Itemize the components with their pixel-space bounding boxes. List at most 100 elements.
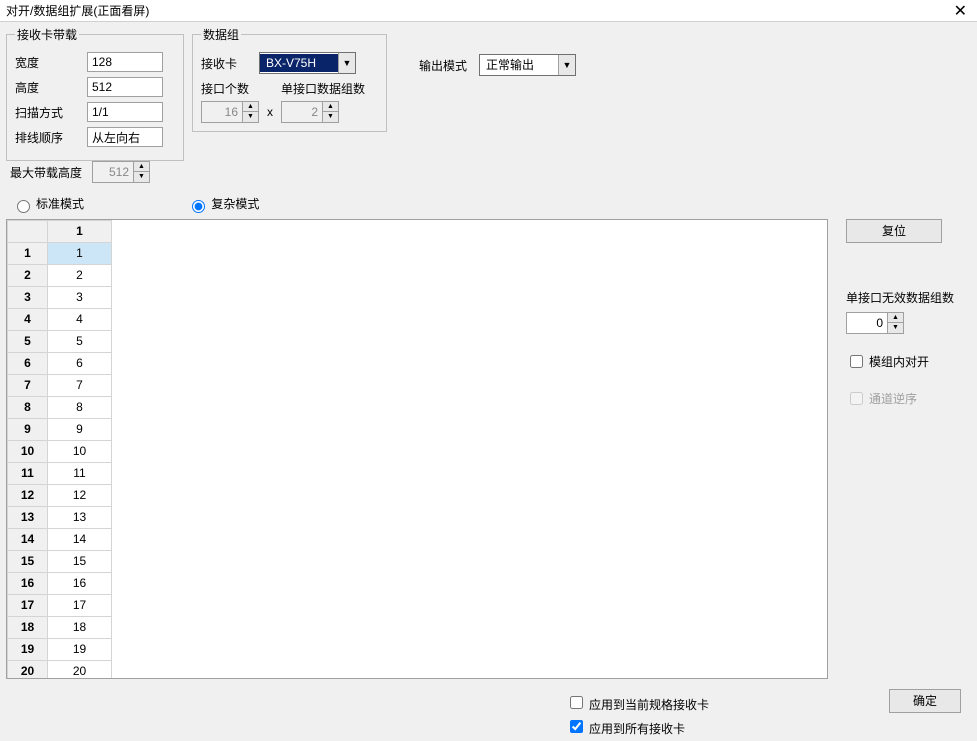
grid-cell[interactable]: 20 (48, 660, 112, 678)
module-open-checkbox[interactable]: 模组内对开 (846, 352, 965, 371)
grid-row-header[interactable]: 18 (8, 616, 48, 638)
grid-row-header[interactable]: 10 (8, 440, 48, 462)
chevron-down-icon[interactable]: ▼ (338, 53, 355, 73)
table-row[interactable]: 99 (8, 418, 112, 440)
grid-row-header[interactable]: 9 (8, 418, 48, 440)
grid-cell[interactable]: 12 (48, 484, 112, 506)
apply-current-checkbox[interactable]: 应用到当前规格接收卡 (566, 693, 709, 713)
table-row[interactable]: 1616 (8, 572, 112, 594)
down-icon[interactable]: ▼ (888, 323, 903, 333)
grid-row-header[interactable]: 4 (8, 308, 48, 330)
table-row[interactable]: 66 (8, 352, 112, 374)
outmode-combo[interactable]: 正常输出 ▼ (479, 54, 576, 76)
grid-cell[interactable]: 14 (48, 528, 112, 550)
table-row[interactable]: 1717 (8, 594, 112, 616)
table-row[interactable]: 1010 (8, 440, 112, 462)
invalid-value[interactable] (847, 316, 887, 330)
grid-col-header[interactable]: 1 (48, 220, 112, 242)
ok-button[interactable]: 确定 (889, 689, 961, 713)
grid-row-header[interactable]: 16 (8, 572, 48, 594)
table-row[interactable]: 22 (8, 264, 112, 286)
grid-cell[interactable]: 11 (48, 462, 112, 484)
table-row[interactable]: 55 (8, 330, 112, 352)
table-row[interactable]: 1515 (8, 550, 112, 572)
grid-cell[interactable]: 17 (48, 594, 112, 616)
grid-cell[interactable]: 13 (48, 506, 112, 528)
mode-complex-radio[interactable]: 复杂模式 (187, 197, 259, 211)
grid-row-header[interactable]: 3 (8, 286, 48, 308)
chevron-down-icon[interactable]: ▼ (558, 55, 575, 75)
grid-row-header[interactable]: 8 (8, 396, 48, 418)
grid-cell[interactable]: 19 (48, 638, 112, 660)
grid-cell[interactable]: 3 (48, 286, 112, 308)
mode-row: 标准模式 复杂模式 (0, 187, 977, 219)
grid-row-header[interactable]: 2 (8, 264, 48, 286)
grid-row-header[interactable]: 1 (8, 242, 48, 264)
grid-cell[interactable]: 2 (48, 264, 112, 286)
ports-spinner: ▲▼ (201, 101, 259, 123)
grid-cell[interactable]: 4 (48, 308, 112, 330)
reset-button[interactable]: 复位 (846, 219, 942, 243)
recvcard-combo[interactable]: BX-V75H ▼ (259, 52, 356, 74)
mode-std-radio[interactable]: 标准模式 (12, 197, 84, 211)
grid-row-header[interactable]: 20 (8, 660, 48, 678)
grid-row-header[interactable]: 13 (8, 506, 48, 528)
per-value (282, 105, 322, 119)
table-row[interactable]: 77 (8, 374, 112, 396)
close-icon[interactable]: ✕ (950, 1, 971, 21)
grid-cell[interactable]: 16 (48, 572, 112, 594)
grid-row-header[interactable]: 14 (8, 528, 48, 550)
maxh-spinner: ▲▼ (92, 161, 150, 183)
grid-cell[interactable]: 1 (48, 242, 112, 264)
grid-cell[interactable]: 10 (48, 440, 112, 462)
height-input[interactable] (87, 77, 163, 97)
grid-row-header[interactable]: 5 (8, 330, 48, 352)
grid-cell[interactable]: 7 (48, 374, 112, 396)
width-input[interactable] (87, 52, 163, 72)
maxh-label: 最大带载高度 (10, 164, 82, 181)
grid-row-header[interactable]: 6 (8, 352, 48, 374)
table-row[interactable]: 1212 (8, 484, 112, 506)
outmode-label: 输出模式 (419, 57, 467, 74)
table-row[interactable]: 44 (8, 308, 112, 330)
grid-cell[interactable]: 9 (48, 418, 112, 440)
table-row[interactable]: 1111 (8, 462, 112, 484)
up-icon: ▲ (243, 102, 258, 112)
table-row[interactable]: 1313 (8, 506, 112, 528)
grid-row-header[interactable]: 15 (8, 550, 48, 572)
grid-row-header[interactable]: 17 (8, 594, 48, 616)
x-separator: x (267, 105, 273, 119)
maxh-value (93, 165, 133, 179)
grid-cell[interactable]: 8 (48, 396, 112, 418)
order-input[interactable] (87, 127, 163, 147)
ports-value (202, 105, 242, 119)
up-icon[interactable]: ▲ (888, 313, 903, 323)
grid-cell[interactable]: 18 (48, 616, 112, 638)
down-icon: ▼ (323, 112, 338, 122)
grid-row-header[interactable]: 11 (8, 462, 48, 484)
table-row[interactable]: 1414 (8, 528, 112, 550)
per-label: 单接口数据组数 (281, 80, 365, 97)
table-row[interactable]: 1919 (8, 638, 112, 660)
scan-input[interactable] (87, 102, 163, 122)
table-row[interactable]: 33 (8, 286, 112, 308)
grid-row-header[interactable]: 19 (8, 638, 48, 660)
down-icon: ▼ (134, 172, 149, 182)
up-icon: ▲ (323, 102, 338, 112)
table-row[interactable]: 2020 (8, 660, 112, 678)
grid-cell[interactable]: 5 (48, 330, 112, 352)
recvcard-value: BX-V75H (260, 54, 338, 72)
grid-row-header[interactable]: 7 (8, 374, 48, 396)
apply-all-checkbox[interactable]: 应用到所有接收卡 (566, 717, 709, 737)
channel-rev-checkbox: 通道逆序 (846, 389, 965, 408)
grid[interactable]: 1 11223344556677889910101111121213131414… (6, 219, 828, 679)
grid-cell[interactable]: 6 (48, 352, 112, 374)
grid-cell[interactable]: 15 (48, 550, 112, 572)
grid-row-header[interactable]: 12 (8, 484, 48, 506)
table-row[interactable]: 11 (8, 242, 112, 264)
invalid-spinner[interactable]: ▲▼ (846, 312, 904, 334)
table-row[interactable]: 1818 (8, 616, 112, 638)
table-row[interactable]: 88 (8, 396, 112, 418)
datagroup-fieldset: 数据组 接收卡 BX-V75H ▼ 接口个数 ▲▼ x 单接口 (192, 26, 387, 132)
width-label: 宽度 (15, 54, 87, 71)
